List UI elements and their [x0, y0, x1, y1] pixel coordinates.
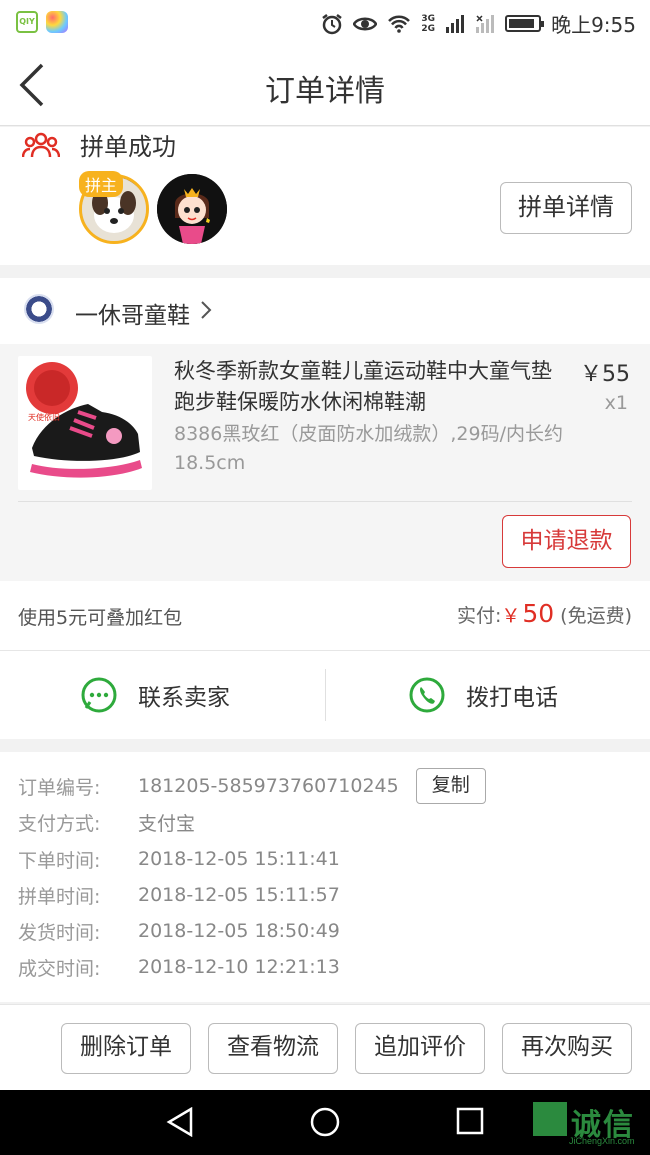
info-value: 2018-12-10 12:21:13 — [138, 956, 340, 978]
eye-icon — [353, 17, 378, 30]
info-label: 支付方式: — [18, 812, 101, 835]
info-row-payment-method: 支付方式: 支付宝 — [18, 804, 195, 840]
watermark: 诚信 JiChengXin.com — [533, 1098, 650, 1150]
info-row-ship-time: 发货时间: 2018-12-05 18:50:49 — [18, 913, 340, 949]
divider — [18, 501, 632, 502]
watermark-subtext: JiChengXin.com — [569, 1136, 635, 1146]
recent-apps-icon[interactable] — [456, 1107, 484, 1135]
group-card: 拼单成功 拼主 拼单详情 — [0, 127, 650, 265]
page-title: 订单详情 — [265, 74, 385, 109]
info-value: 支付宝 — [138, 812, 196, 835]
watermark-logo — [533, 1102, 567, 1136]
paid-amount: 50 — [522, 599, 555, 628]
product-image[interactable]: 天使依旧 — [18, 356, 152, 490]
info-value: 2018-12-05 15:11:41 — [138, 848, 340, 870]
info-row-order-id: 订单编号: 181205-585973760710245 复制 — [18, 768, 486, 804]
buy-again-button[interactable]: 再次购买 — [502, 1023, 632, 1074]
paid-total: 实付: ￥ 50 (免运费) — [457, 599, 632, 628]
info-value: 2018-12-05 15:11:57 — [138, 884, 340, 906]
product-price: ￥55 — [580, 362, 630, 387]
gallery-icon — [46, 11, 68, 33]
cartoon-girl-avatar-icon — [157, 174, 227, 244]
shoe-image-icon: 天使依旧 — [26, 362, 142, 478]
group-status: 拼单成功 — [22, 127, 176, 162]
payment-summary: 使用5元可叠加红包 实付: ￥ 50 (免运费) — [0, 581, 650, 651]
group-status-label: 拼单成功 — [80, 133, 176, 161]
info-label: 订单编号: — [18, 776, 101, 799]
leader-badge: 拼主 — [79, 171, 124, 197]
svg-text:天使依旧: 天使依旧 — [28, 412, 60, 422]
info-label: 拼单时间: — [18, 885, 101, 908]
info-label: 下单时间: — [18, 849, 101, 872]
info-value: 2018-12-05 18:50:49 — [138, 920, 340, 942]
order-number: 181205-585973760710245 — [138, 775, 399, 797]
nav-bar: 订单详情 — [0, 44, 650, 126]
divider — [325, 669, 326, 721]
signal-icon — [446, 14, 465, 33]
group-detail-button[interactable]: 拼单详情 — [500, 182, 632, 234]
home-circle-icon[interactable] — [310, 1107, 340, 1137]
bottom-action-bar: 删除订单 查看物流 追加评价 再次购买 — [0, 1004, 650, 1090]
view-logistics-button[interactable]: 查看物流 — [208, 1023, 338, 1074]
shop-header[interactable]: 一休哥童鞋 — [0, 278, 650, 344]
call-phone-button[interactable]: 拨打电话 — [408, 651, 558, 739]
network-type-label: 3G 2G — [421, 13, 436, 34]
contact-row: 联系卖家 拨打电话 — [0, 651, 650, 739]
shipping-note: (免运费) — [560, 605, 632, 627]
wifi-icon — [388, 15, 411, 33]
system-nav-bar: 诚信 JiChengXin.com — [0, 1090, 650, 1155]
chevron-right-icon — [201, 301, 212, 319]
contact-seller-label: 联系卖家 — [138, 685, 230, 711]
shop-name: 一休哥童鞋 — [75, 303, 190, 329]
coupon-text: 使用5元可叠加红包 — [18, 607, 183, 629]
paid-label: 实付: — [456, 605, 502, 627]
info-label: 发货时间: — [18, 921, 101, 944]
alarm-icon — [322, 13, 343, 34]
info-row-order-time: 下单时间: 2018-12-05 15:11:41 — [18, 841, 340, 877]
back-triangle-icon[interactable] — [166, 1107, 194, 1137]
chat-icon — [81, 677, 117, 713]
signal-empty-icon — [476, 14, 495, 33]
info-row-deal-time: 成交时间: 2018-12-10 12:21:13 — [18, 949, 340, 985]
delete-order-button[interactable]: 删除订单 — [61, 1023, 191, 1074]
order-info: 订单编号: 181205-585973760710245 复制 支付方式: 支付… — [0, 752, 650, 1002]
product-quantity: x1 — [604, 392, 628, 414]
paid-currency: ￥ — [501, 605, 521, 627]
clock-time: 晚上9:55 — [551, 13, 636, 37]
refund-button[interactable]: 申请退款 — [502, 515, 631, 568]
product-item[interactable]: 天使依旧 秋冬季新款女童鞋儿童运动鞋中大童气垫跑步鞋保暖防水休闲棉鞋潮 8386… — [0, 344, 650, 581]
status-bar: QIY 3G 2G 晚上9:55 — [0, 0, 650, 44]
call-phone-label: 拨打电话 — [466, 685, 558, 711]
shop-logo — [24, 294, 54, 324]
product-spec: 8386黑玫红（皮面防水加绒款）,29码/内长约18.5cm — [174, 423, 563, 474]
info-row-group-time: 拼单时间: 2018-12-05 15:11:57 — [18, 877, 340, 913]
product-title: 秋冬季新款女童鞋儿童运动鞋中大童气垫跑步鞋保暖防水休闲棉鞋潮 — [174, 359, 552, 414]
contact-seller-button[interactable]: 联系卖家 — [80, 651, 230, 739]
battery-icon — [505, 15, 545, 32]
copy-button[interactable]: 复制 — [415, 768, 486, 804]
add-review-button[interactable]: 追加评价 — [355, 1023, 485, 1074]
shop-card: 一休哥童鞋 天使依旧 秋冬季新款女童鞋儿童运动鞋中大童气垫跑步鞋保暖防水休闲棉鞋… — [0, 278, 650, 581]
info-label: 成交时间: — [18, 957, 101, 980]
group-people-icon — [22, 132, 60, 157]
phone-icon — [409, 677, 445, 713]
avatar-member[interactable] — [157, 174, 227, 244]
iqiyi-icon: QIY — [16, 11, 38, 33]
